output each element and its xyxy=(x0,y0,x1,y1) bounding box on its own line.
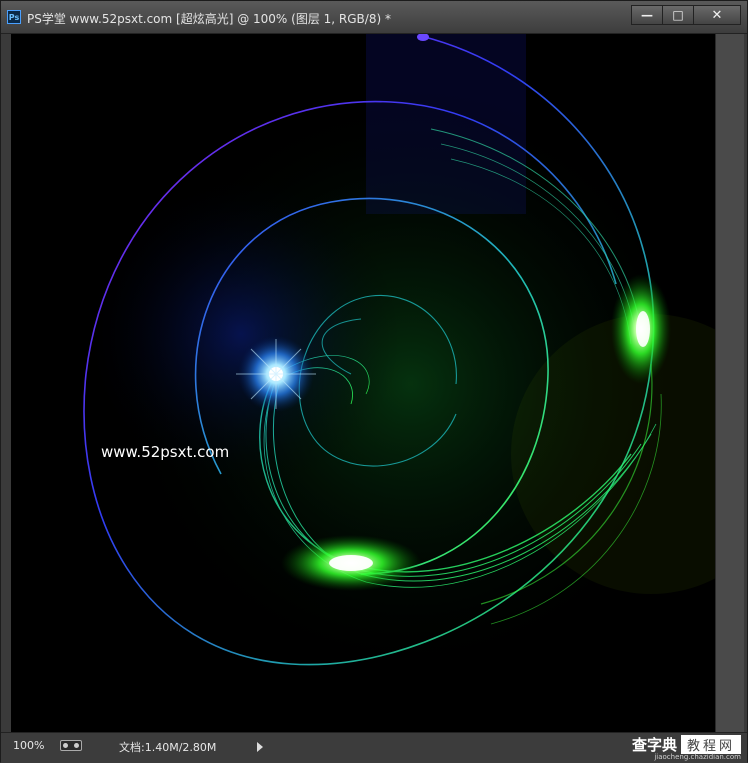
site-watermark: 查字典 教程网 jiaocheng.chazidian.com xyxy=(632,734,741,761)
close-icon: ✕ xyxy=(711,7,723,23)
minimize-icon: — xyxy=(641,8,653,22)
document-canvas[interactable]: www.52psxt.com xyxy=(11,34,715,732)
status-view-icon[interactable] xyxy=(60,740,82,751)
minimize-button[interactable]: — xyxy=(631,5,663,25)
zoom-level[interactable]: 100% xyxy=(13,739,44,752)
canvas-artwork xyxy=(81,34,715,684)
status-bar: 100% 文档:1.40M/2.80M 查字典 教程网 jiaocheng.cha… xyxy=(1,732,747,763)
status-menu-arrow-icon[interactable] xyxy=(257,742,263,752)
close-button[interactable]: ✕ xyxy=(693,5,741,25)
vertical-scrollbar[interactable] xyxy=(715,34,744,732)
document-size-info: 文档:1.40M/2.80M xyxy=(119,741,217,754)
site-watermark-name: 查字典 xyxy=(631,736,677,754)
title-bar[interactable]: Ps PS学堂 www.52psxt.com [超炫高光] @ 100% (图层… xyxy=(1,1,747,34)
site-watermark-tag: 教程网 xyxy=(680,735,741,754)
maximize-button[interactable]: □ xyxy=(662,5,694,25)
canvas-watermark-text: www.52psxt.com xyxy=(101,443,230,461)
document-window: Ps PS学堂 www.52psxt.com [超炫高光] @ 100% (图层… xyxy=(0,0,748,763)
photoshop-app-icon: Ps xyxy=(7,10,21,24)
window-controls: — □ ✕ xyxy=(631,5,741,25)
site-watermark-main: 查字典 教程网 xyxy=(632,734,741,755)
window-title: PS学堂 www.52psxt.com [超炫高光] @ 100% (图层 1,… xyxy=(27,12,391,26)
maximize-icon: □ xyxy=(672,8,684,22)
